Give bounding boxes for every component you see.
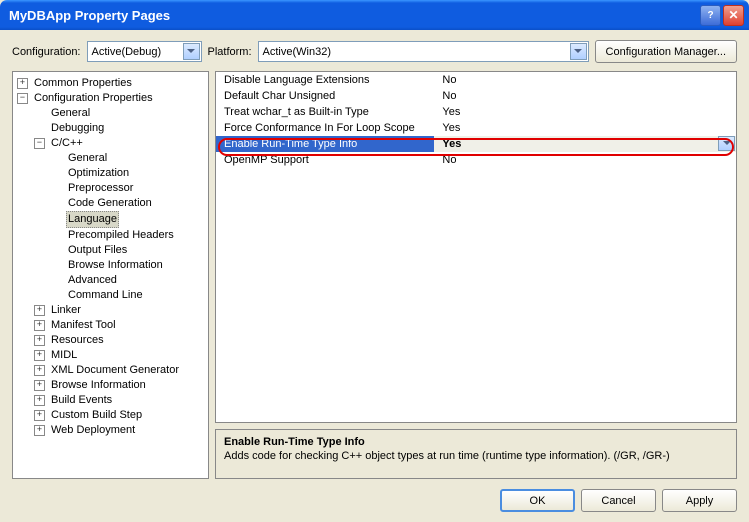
tree-item-xml-document-generator[interactable]: +XML Document Generator bbox=[34, 363, 206, 378]
tree-item-browse-information-2[interactable]: +Browse Information bbox=[34, 378, 206, 393]
ok-button[interactable]: OK bbox=[500, 489, 575, 512]
platform-value: Active(Win32) bbox=[263, 46, 331, 58]
window-title: MyDBApp Property Pages bbox=[9, 8, 700, 23]
prop-row[interactable]: Force Conformance In For Loop ScopeYes bbox=[216, 120, 736, 136]
description-title: Enable Run-Time Type Info bbox=[224, 436, 728, 448]
tree-item-ccpp-general[interactable]: General bbox=[51, 151, 206, 166]
plus-icon: + bbox=[34, 395, 45, 406]
plus-icon: + bbox=[34, 425, 45, 436]
tree-item-advanced[interactable]: Advanced bbox=[51, 273, 206, 288]
platform-label: Platform: bbox=[208, 46, 252, 58]
tree-item-configuration-properties[interactable]: −Configuration Properties bbox=[17, 91, 206, 106]
chevron-down-icon bbox=[183, 43, 200, 60]
tree-item-custom-build-step[interactable]: +Custom Build Step bbox=[34, 408, 206, 423]
configuration-value: Active(Debug) bbox=[92, 46, 162, 58]
tree-item-command-line[interactable]: Command Line bbox=[51, 288, 206, 303]
description-body: Adds code for checking C++ object types … bbox=[224, 450, 728, 462]
tree-item-precompiled-headers[interactable]: Precompiled Headers bbox=[51, 228, 206, 243]
help-button[interactable]: ? bbox=[700, 5, 721, 26]
window-titlebar: MyDBApp Property Pages ? ✕ bbox=[0, 0, 749, 30]
plus-icon: + bbox=[34, 350, 45, 361]
minus-icon: − bbox=[34, 138, 45, 149]
tree-item-resources[interactable]: +Resources bbox=[34, 333, 206, 348]
tree-item-debugging[interactable]: Debugging bbox=[34, 121, 206, 136]
prop-row[interactable]: Default Char UnsignedNo bbox=[216, 88, 736, 104]
configuration-manager-button[interactable]: Configuration Manager... bbox=[595, 40, 737, 63]
minus-icon: − bbox=[17, 93, 28, 104]
tree-item-midl[interactable]: +MIDL bbox=[34, 348, 206, 363]
plus-icon: + bbox=[34, 380, 45, 391]
tree-item-language[interactable]: Language bbox=[51, 211, 206, 228]
tree-item-manifest-tool[interactable]: +Manifest Tool bbox=[34, 318, 206, 333]
prop-row-selected[interactable]: Enable Run-Time Type InfoYes bbox=[216, 136, 736, 152]
chevron-down-icon[interactable] bbox=[718, 136, 735, 151]
tree-item-output-files[interactable]: Output Files bbox=[51, 243, 206, 258]
tree-item-preprocessor[interactable]: Preprocessor bbox=[51, 181, 206, 196]
chevron-down-icon bbox=[570, 43, 587, 60]
tree-item-optimization[interactable]: Optimization bbox=[51, 166, 206, 181]
plus-icon: + bbox=[34, 320, 45, 331]
prop-row[interactable]: OpenMP SupportNo bbox=[216, 152, 736, 168]
configuration-label: Configuration: bbox=[12, 46, 81, 58]
property-grid[interactable]: Disable Language ExtensionsNo Default Ch… bbox=[215, 71, 737, 423]
cancel-button[interactable]: Cancel bbox=[581, 489, 656, 512]
close-button[interactable]: ✕ bbox=[723, 5, 744, 26]
tree-item-code-generation[interactable]: Code Generation bbox=[51, 196, 206, 211]
plus-icon: + bbox=[34, 335, 45, 346]
plus-icon: + bbox=[34, 365, 45, 376]
tree-item-common-properties[interactable]: +Common Properties bbox=[17, 76, 206, 91]
plus-icon: + bbox=[34, 305, 45, 316]
description-panel: Enable Run-Time Type Info Adds code for … bbox=[215, 429, 737, 479]
platform-combo[interactable]: Active(Win32) bbox=[258, 41, 589, 62]
prop-row[interactable]: Treat wchar_t as Built-in TypeYes bbox=[216, 104, 736, 120]
configuration-combo[interactable]: Active(Debug) bbox=[87, 41, 202, 62]
tree-item-browse-information[interactable]: Browse Information bbox=[51, 258, 206, 273]
tree-item-general[interactable]: General bbox=[34, 106, 206, 121]
prop-row[interactable]: Disable Language ExtensionsNo bbox=[216, 72, 736, 88]
apply-button[interactable]: Apply bbox=[662, 489, 737, 512]
plus-icon: + bbox=[17, 78, 28, 89]
tree-item-web-deployment[interactable]: +Web Deployment bbox=[34, 423, 206, 438]
tree-item-build-events[interactable]: +Build Events bbox=[34, 393, 206, 408]
tree-item-ccpp[interactable]: −C/C++ bbox=[34, 136, 206, 151]
tree-item-linker[interactable]: +Linker bbox=[34, 303, 206, 318]
plus-icon: + bbox=[34, 410, 45, 421]
tree-view[interactable]: +Common Properties −Configuration Proper… bbox=[12, 71, 209, 479]
